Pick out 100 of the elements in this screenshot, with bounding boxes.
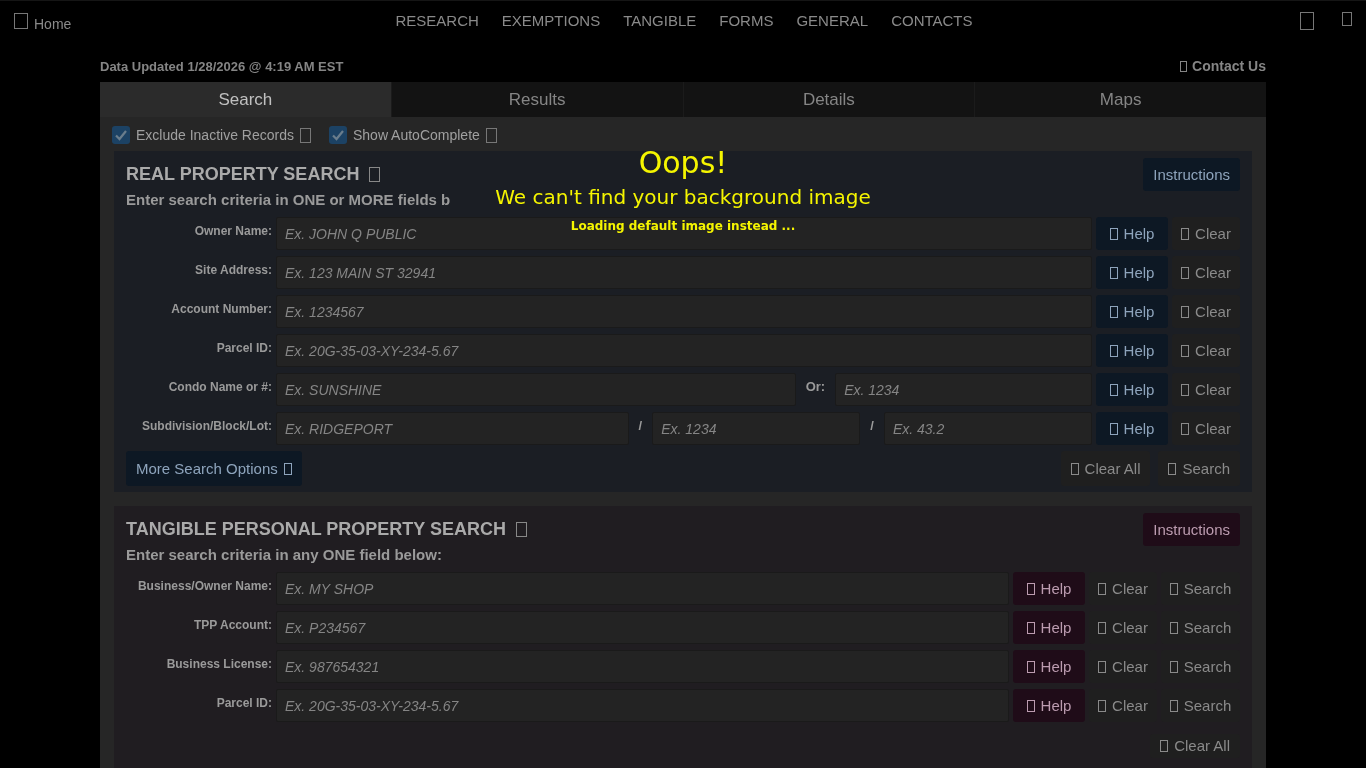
text-field[interactable]: Ex. 20G-35-03-XY-234-5.67 — [276, 334, 1092, 367]
field-label: Parcel ID: — [215, 695, 272, 710]
nav-link[interactable]: EXEMPTIONS — [501, 12, 601, 29]
field-label: Business License: — [165, 656, 272, 671]
text-field[interactable]: Ex. 43.2 — [883, 412, 1092, 445]
help-button[interactable]: Help — [1013, 611, 1085, 644]
text-field[interactable]: Ex. 1234 — [835, 373, 1092, 406]
square-icon — [283, 462, 292, 475]
square-icon — [1026, 621, 1035, 634]
clear-all-button[interactable]: Clear All — [1060, 451, 1151, 486]
option-label: Show AutoComplete — [352, 127, 480, 143]
data-updated-text: Data Updated 1/28/2026 @ 4:19 AM EST — [100, 58, 344, 74]
square-icon — [1160, 739, 1169, 752]
square-icon — [14, 12, 28, 29]
nav-link[interactable]: TANGIBLE — [623, 12, 697, 29]
help-button[interactable]: Help — [1096, 217, 1168, 250]
help-button[interactable]: Help — [1096, 334, 1168, 367]
text-field[interactable]: Ex. P234567 — [276, 611, 1009, 644]
search-button[interactable]: Search — [1158, 451, 1240, 486]
field-label: Condo Name or #: — [167, 379, 272, 394]
square-icon — [1181, 383, 1190, 396]
text-field[interactable]: Ex. 1234567 — [276, 295, 1092, 328]
square-icon — [1070, 462, 1079, 475]
field-label: Account Number: — [170, 301, 272, 316]
clear-button[interactable]: Clear — [1172, 295, 1240, 328]
square-icon — [1098, 699, 1107, 712]
square-icon — [1109, 383, 1118, 396]
text-field[interactable]: Ex. 20G-35-03-XY-234-5.67 — [276, 689, 1009, 722]
square-icon — [1168, 462, 1177, 475]
square-icon — [1180, 60, 1188, 72]
home-link[interactable]: Home — [34, 15, 72, 32]
square-icon — [1181, 227, 1190, 240]
square-icon — [516, 521, 528, 537]
square-icon — [485, 127, 497, 143]
error-title: Oops! — [638, 144, 728, 182]
tab[interactable]: Search — [100, 82, 391, 117]
section-instructions-text: Enter search criteria in any ONE field below: — [126, 546, 442, 565]
separator-label: / — [869, 417, 875, 433]
checkbox[interactable] — [112, 126, 130, 144]
nav-link[interactable]: CONTACTS — [891, 12, 973, 29]
help-button[interactable]: Help — [1013, 689, 1085, 722]
error-message: We can't find your background image — [495, 184, 871, 211]
clear-button[interactable]: Clear — [1172, 373, 1240, 406]
nav-link[interactable]: GENERAL — [796, 12, 869, 29]
square-icon — [1181, 266, 1190, 279]
text-field[interactable]: Ex. 1234 — [652, 412, 861, 445]
help-button[interactable]: Help — [1013, 572, 1085, 605]
nav-link[interactable]: RESEARCH — [395, 12, 479, 29]
square-icon — [1109, 344, 1118, 357]
square-icon — [1169, 582, 1178, 595]
checkbox[interactable] — [328, 126, 347, 144]
instructions-button[interactable]: Instructions — [1143, 512, 1240, 546]
separator-label: Or: — [804, 378, 827, 394]
help-button[interactable]: Help — [1013, 650, 1085, 683]
text-field[interactable]: Ex. RIDGEPORT — [276, 412, 629, 445]
help-button[interactable]: Help — [1096, 295, 1168, 328]
contact-us-link[interactable]: Contact Us — [1180, 58, 1266, 74]
help-button[interactable]: Help — [1096, 412, 1168, 445]
field-label: TPP Account: — [193, 617, 272, 632]
clear-button[interactable]: Clear — [1172, 217, 1240, 250]
square-icon — [1342, 11, 1352, 26]
text-field[interactable]: Ex. MY SHOP — [276, 572, 1009, 605]
section-title: TANGIBLE PERSONAL PROPERTY SEARCH — [126, 518, 507, 540]
square-icon — [369, 166, 381, 182]
instructions-button[interactable]: Instructions — [1143, 157, 1240, 191]
square-icon — [1181, 422, 1190, 435]
square-icon — [1026, 582, 1035, 595]
square-icon — [1169, 699, 1178, 712]
square-icon — [1109, 227, 1118, 240]
clear-button[interactable]: Clear — [1172, 412, 1240, 445]
text-field[interactable]: Ex. 987654321 — [276, 650, 1009, 683]
clear-button[interactable]: Clear — [1172, 334, 1240, 367]
square-icon — [1026, 699, 1035, 712]
square-icon — [1109, 422, 1118, 435]
section-title: REAL PROPERTY SEARCH — [126, 163, 360, 185]
square-icon — [1109, 305, 1118, 318]
option-label: Exclude Inactive Records — [136, 127, 294, 143]
square-icon — [1109, 266, 1118, 279]
more-search-options-button[interactable]: More Search Options — [126, 451, 302, 486]
square-icon — [1181, 305, 1190, 318]
text-field[interactable]: Ex. SUNSHINE — [276, 373, 796, 406]
field-label: Subdivision/Block/Lot: — [141, 418, 272, 433]
help-button[interactable]: Help — [1096, 373, 1168, 406]
square-icon — [1169, 660, 1178, 673]
square-icon — [1169, 621, 1178, 634]
field-label: Site Address: — [194, 262, 272, 277]
nav-link[interactable]: FORMS — [719, 12, 774, 29]
separator-label: / — [637, 417, 644, 433]
text-field[interactable]: Ex. 123 MAIN ST 32941 — [276, 256, 1092, 289]
square-icon — [1098, 621, 1107, 634]
help-button[interactable]: Help — [1096, 256, 1168, 289]
square-icon — [1098, 660, 1107, 673]
section-instructions-text: Enter search criteria in ONE or MORE fields b — [126, 191, 451, 210]
square-icon — [1300, 11, 1314, 30]
clear-button[interactable]: Clear — [1172, 256, 1240, 289]
square-icon — [1181, 344, 1190, 357]
field-label: Parcel ID: — [215, 340, 272, 355]
square-icon — [299, 127, 311, 143]
field-label: Owner Name: — [193, 223, 272, 238]
square-icon — [1026, 660, 1035, 673]
